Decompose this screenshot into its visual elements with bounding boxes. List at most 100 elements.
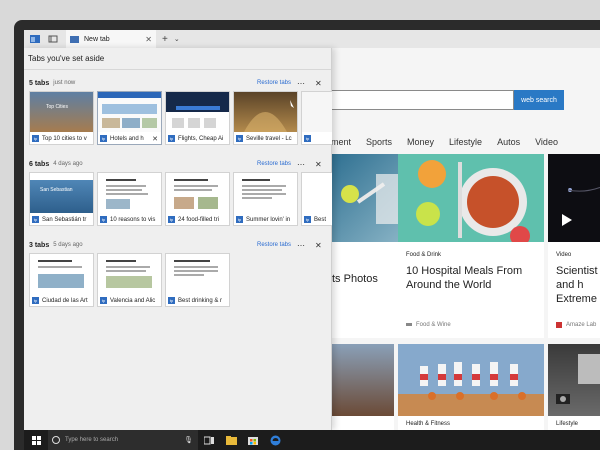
preview-caption: San Sebastian	[40, 187, 73, 193]
cortana-icon	[52, 436, 60, 444]
tab-label: tp San Sebastián tr	[30, 213, 93, 226]
nav-item-sports[interactable]: Sports	[366, 137, 392, 147]
more-options-icon[interactable]: ⋯	[297, 241, 305, 250]
tab-group-header: 5 tabs just now Restore tabs ⋯ ✕	[29, 77, 329, 89]
restore-tabs-link[interactable]: Restore tabs	[257, 80, 291, 86]
tab-preview	[302, 173, 332, 213]
close-tab-icon[interactable]: ✕	[145, 35, 152, 44]
card-category: Video	[556, 252, 572, 258]
close-group-icon[interactable]: ✕	[315, 160, 322, 169]
tab-label: tp Summer lovin' in	[234, 213, 297, 226]
tab-thumbnail[interactable]: tp Hotels and h ✕	[97, 91, 162, 145]
tab-thumbnail[interactable]: San Sebastian tp San Sebastián tr	[29, 172, 94, 226]
new-tab-plus-icon[interactable]: +	[162, 34, 168, 45]
nav-item-money[interactable]: Money	[407, 137, 434, 147]
tab-title: Top 10 cities to v	[42, 135, 87, 142]
tab-thumbnail[interactable]: tp Valencia and Alic	[97, 253, 162, 307]
tab-new-tab[interactable]: New tab ✕	[66, 30, 156, 48]
tab-group-time: 5 days ago	[53, 242, 83, 248]
news-card[interactable]: Video Scientist net and h Extreme Amaze …	[548, 154, 600, 338]
more-options-icon[interactable]: ⋯	[297, 79, 305, 88]
tab-label: tp	[302, 132, 332, 145]
edge-browser-icon[interactable]	[264, 430, 286, 450]
tab-thumbnail[interactable]: tp Seville travel - Lc	[233, 91, 298, 145]
tab-title: 24 food-filled tri	[178, 216, 220, 223]
panel-title: Tabs you've set aside	[24, 48, 331, 70]
tab-favicon-icon	[70, 35, 79, 43]
tabs-aside-icon[interactable]	[28, 32, 42, 46]
taskbar-search-input[interactable]: Type here to search 🎙	[48, 430, 198, 450]
tab-preview	[166, 173, 229, 213]
tab-favicon-icon: tp	[168, 135, 175, 142]
category-nav: inment Sports Money Lifestyle Autos Vide…	[324, 137, 573, 147]
tab-label: tp Flights, Cheap Ai	[166, 132, 229, 145]
close-group-icon[interactable]: ✕	[315, 79, 322, 88]
news-card[interactable]: Food & Drink 10 Hospital Meals From Arou…	[398, 154, 544, 338]
card-category: Food & Drink	[406, 252, 442, 258]
tab-favicon-icon: tp	[32, 216, 39, 223]
tab-favicon-icon: tp	[168, 216, 175, 223]
tab-thumbnail[interactable]: tp 10 reasons to vis	[97, 172, 162, 226]
tab-count: 6 tabs	[29, 160, 50, 168]
tab-preview	[98, 254, 161, 294]
tab-label: tp Best drinking & r	[166, 294, 229, 307]
tab-preview	[30, 254, 93, 294]
tab-group-header: 3 tabs 5 days ago Restore tabs ⋯ ✕	[29, 239, 329, 251]
restore-tabs-link[interactable]: Restore tabs	[257, 161, 291, 167]
tab-thumbnails: San Sebastian tp San Sebastián tr tp 10 re…	[29, 172, 332, 227]
tab-thumbnail[interactable]: tp Best drinking & r	[165, 253, 230, 307]
file-explorer-icon[interactable]	[220, 430, 242, 450]
news-card[interactable]: Health & Fitness	[398, 344, 544, 430]
tab-title: New tab	[84, 35, 110, 43]
tab-thumbnail[interactable]: tp Best	[301, 172, 332, 226]
source-logo-icon	[556, 322, 562, 328]
card-image	[324, 344, 394, 416]
tab-favicon-icon: tp	[168, 297, 175, 304]
store-icon[interactable]	[242, 430, 264, 450]
tab-favicon-icon: tp	[32, 135, 39, 142]
close-group-icon[interactable]: ✕	[315, 241, 322, 250]
set-tabs-aside-icon[interactable]	[46, 32, 60, 46]
tab-thumbnails: tp Ciudad de las Art tp Valencia and Alic …	[29, 253, 332, 308]
tab-thumbnail[interactable]: tp Flights, Cheap Ai	[165, 91, 230, 145]
tab-thumbnail[interactable]: tp	[301, 91, 332, 145]
tabs-aside-panel: Tabs you've set aside 5 tabs just now Re…	[24, 48, 332, 430]
tab-thumbnail[interactable]: Top Cities tp Top 10 cities to v	[29, 91, 94, 145]
tab-thumbnail[interactable]: tp Summer lovin' in	[233, 172, 298, 226]
card-title: Scientist net and h Extreme	[556, 265, 600, 305]
task-view-icon[interactable]	[198, 430, 220, 450]
tab-favicon-icon: tp	[100, 135, 107, 142]
tab-title: Flights, Cheap Ai	[178, 135, 224, 142]
web-search-button[interactable]: web search	[514, 90, 564, 110]
windows-start-icon[interactable]	[24, 430, 48, 450]
more-options-icon[interactable]: ⋯	[297, 160, 305, 169]
microphone-icon[interactable]: 🎙	[184, 436, 193, 444]
tab-count: 3 tabs	[29, 241, 50, 249]
tab-preview: Top Cities	[30, 92, 93, 132]
news-card[interactable]	[324, 344, 394, 430]
preview-caption: Top Cities	[46, 104, 68, 110]
nav-item-video[interactable]: Video	[535, 137, 558, 147]
restore-tabs-link[interactable]: Restore tabs	[257, 242, 291, 248]
tab-title: 10 reasons to vis	[110, 216, 156, 223]
nav-item-lifestyle[interactable]: Lifestyle	[449, 137, 482, 147]
chevron-down-icon[interactable]: ⌄	[174, 35, 180, 43]
tab-preview	[166, 92, 229, 132]
web-search-input[interactable]	[324, 90, 514, 110]
tab-thumbnail[interactable]: tp Ciudad de las Art	[29, 253, 94, 307]
close-tab-icon[interactable]: ✕	[152, 135, 158, 143]
tab-preview	[234, 173, 297, 213]
tab-title: San Sebastián tr	[42, 216, 87, 223]
tab-title: Best drinking & r	[178, 297, 223, 304]
card-category: Health & Fitness	[406, 421, 451, 427]
nav-item-autos[interactable]: Autos	[497, 137, 520, 147]
browser-window: New tab ✕ + ⌄ web search inment Sports M…	[24, 30, 600, 430]
card-image	[548, 344, 600, 416]
tab-title: Valencia and Alic	[110, 297, 156, 304]
tab-label: tp Hotels and h ✕	[98, 132, 161, 145]
card-source: Amaze Lab	[566, 322, 597, 328]
news-card[interactable]: Lifestyle	[548, 344, 600, 430]
tab-preview	[166, 254, 229, 294]
tab-label: tp Best	[302, 213, 332, 226]
tab-thumbnail[interactable]: tp 24 food-filled tri	[165, 172, 230, 226]
